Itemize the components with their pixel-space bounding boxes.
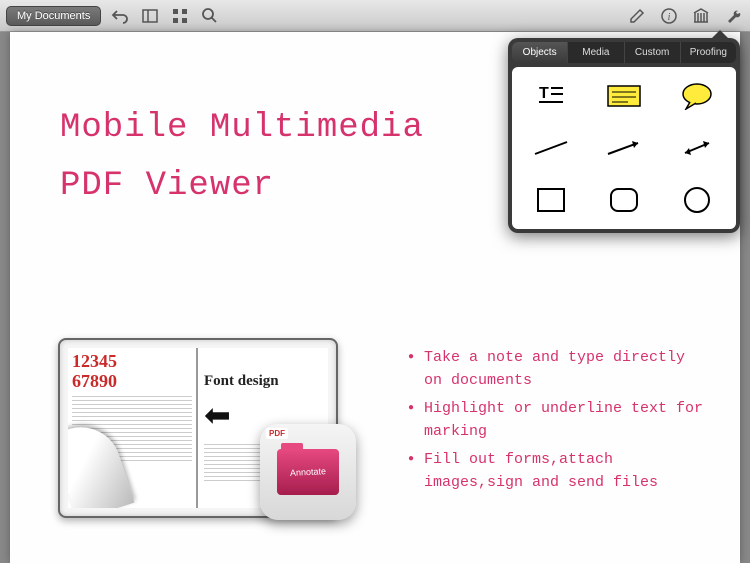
folder-label: Annotate (290, 466, 327, 478)
comment-bubble-tool-icon[interactable] (661, 71, 732, 121)
popover-tab-bar: Objects Media Custom Proofing (512, 42, 736, 63)
feature-bullet-list: Take a note and type directly on documen… (408, 347, 708, 500)
tools-popover: Objects Media Custom Proofing T (508, 38, 740, 233)
tool-grid: T (512, 67, 736, 229)
tools-wrench-icon[interactable] (722, 5, 744, 27)
grid-view-icon[interactable] (169, 5, 191, 27)
library-icon[interactable] (690, 5, 712, 27)
tab-proofing[interactable]: Proofing (681, 42, 736, 63)
arrow-double-tool-icon[interactable] (661, 123, 732, 173)
tab-objects[interactable]: Objects (512, 42, 568, 63)
bullet-item: Take a note and type directly on documen… (408, 347, 708, 392)
title-line-1: Mobile Multimedia (60, 100, 424, 158)
folder-icon: Annotate (277, 449, 339, 495)
bullet-item: Highlight or underline text for marking (408, 398, 708, 443)
font-design-label: Font design (204, 373, 322, 390)
layout-split-icon[interactable] (139, 5, 161, 27)
text-tool-icon[interactable]: T (516, 71, 587, 121)
decorative-numbers-2: 67890 (72, 372, 192, 392)
my-documents-button[interactable]: My Documents (6, 6, 101, 26)
svg-text:i: i (668, 12, 671, 23)
undo-icon[interactable] (109, 5, 131, 27)
tab-custom[interactable]: Custom (625, 42, 681, 63)
rectangle-tool-icon[interactable] (516, 175, 587, 225)
svg-text:T: T (539, 85, 549, 102)
pdf-badge-label: PDF (266, 428, 288, 439)
edit-pencil-icon[interactable] (626, 5, 648, 27)
top-toolbar: My Documents i (0, 0, 750, 32)
circle-tool-icon[interactable] (661, 175, 732, 225)
decorative-numbers-1: 12345 (72, 352, 192, 372)
note-tool-icon[interactable] (589, 71, 660, 121)
line-tool-icon[interactable] (516, 123, 587, 173)
info-icon[interactable]: i (658, 5, 680, 27)
rounded-rectangle-tool-icon[interactable] (589, 175, 660, 225)
page-title: Mobile Multimedia PDF Viewer (60, 100, 424, 216)
arrow-single-tool-icon[interactable] (589, 123, 660, 173)
bullet-item: Fill out forms,attach images,sign and se… (408, 449, 708, 494)
search-icon[interactable] (199, 5, 221, 27)
tab-media[interactable]: Media (568, 42, 624, 63)
app-icon-badge: PDF Annotate (260, 424, 356, 520)
title-line-2: PDF Viewer (60, 158, 424, 216)
